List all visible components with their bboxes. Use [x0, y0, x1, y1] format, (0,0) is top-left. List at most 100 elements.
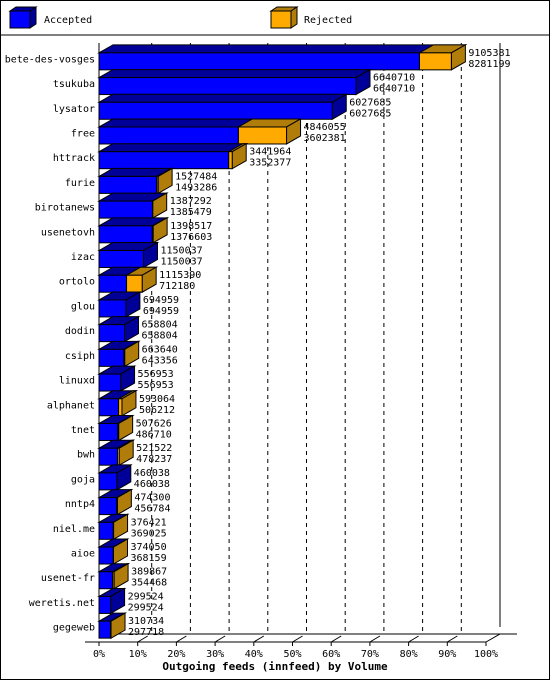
category-label: linuxd	[59, 376, 95, 387]
bar-total-label: 521522	[136, 443, 172, 454]
bar-accepted-label: 297718	[128, 627, 164, 638]
bar-accepted	[98, 595, 112, 614]
category-label: ortolo	[59, 277, 95, 288]
bar-total-label: 1398517	[170, 221, 212, 232]
bar-group: 11500371150037	[97, 241, 203, 269]
x-tick-label: 50%	[283, 649, 301, 660]
bar-accepted	[98, 52, 420, 71]
bar-rejected	[118, 398, 123, 417]
bar-accepted-label: 1150037	[161, 257, 203, 268]
bar-accepted-label: 3352377	[249, 158, 291, 169]
bar-accepted	[98, 324, 125, 343]
bar-top-face	[97, 69, 372, 79]
bar-accepted-label: 478237	[136, 454, 172, 465]
bar-accepted-label: 354468	[131, 578, 167, 589]
bar-rejected	[123, 348, 126, 367]
bar-rejected	[228, 151, 233, 170]
bar-group: 694959694959	[97, 291, 179, 318]
bar-group: 376421369025	[97, 513, 167, 541]
chart: Accepted Rejected 91053818281199 6640710 6…	[0, 6, 550, 673]
bar-group: 593064506212	[97, 389, 175, 417]
bar-group: 663640643356	[97, 340, 178, 368]
bar-accepted-label: 486710	[136, 429, 172, 440]
x-tick-label: 60%	[322, 649, 340, 660]
x-tick-label: 70%	[361, 649, 379, 660]
x-tick-label: 90%	[438, 649, 456, 660]
legend: Accepted Rejected	[8, 6, 352, 29]
floor-right-edge	[485, 633, 501, 643]
bars: 9105381828119966407106640710602768560276…	[97, 43, 511, 640]
floor-tick	[330, 635, 342, 643]
bar-group: 60276856027685	[97, 93, 391, 121]
category-label: lysator	[53, 104, 95, 115]
bar-accepted	[98, 151, 230, 170]
bar-accepted	[98, 447, 119, 466]
bar-group: 374050368159	[97, 538, 167, 565]
bar-rejected	[112, 571, 115, 590]
bar-group: 389867354468	[97, 562, 167, 590]
bar-accepted	[98, 373, 122, 392]
bar-total-label: 299524	[128, 591, 164, 602]
bar-rejected	[117, 447, 120, 466]
x-tick-label: 20%	[167, 649, 185, 660]
legend-swatch-accepted	[8, 6, 38, 29]
category-labels: bete-des-vosges tsukuba lysator free httrack…	[5, 54, 95, 633]
floor-tick	[176, 635, 187, 643]
category-label: usenet-fr	[41, 573, 95, 584]
bar-total-label: 694959	[143, 295, 179, 306]
bar-rejected	[418, 52, 452, 71]
category-label: weretis.net	[29, 598, 95, 609]
floor-tick	[447, 635, 458, 643]
x-tick-label: 80%	[400, 649, 418, 660]
bar-accepted-label: 456784	[134, 504, 170, 515]
bar-total-label: 460038	[134, 468, 170, 479]
bar-top-face	[97, 44, 468, 54]
bar-accepted-label: 1376603	[170, 232, 212, 243]
bar-rejected	[110, 620, 112, 639]
bar-rejected	[237, 126, 288, 145]
floor-tick	[369, 635, 381, 643]
legend-label-accepted: Accepted	[44, 15, 92, 26]
bar-accepted	[98, 200, 154, 219]
bar-accepted-label: 6027685	[349, 108, 391, 119]
bar-accepted	[98, 77, 357, 96]
bar-group: 521522478237	[97, 439, 172, 467]
category-label: httrack	[53, 153, 95, 164]
category-label: alphanet	[47, 400, 95, 411]
floor-tick	[292, 635, 303, 643]
x-tick-label: 40%	[245, 649, 263, 660]
category-label: tsukuba	[53, 79, 95, 90]
bar-accepted-label: 368159	[130, 553, 166, 564]
category-label: niel.me	[53, 524, 95, 535]
bar-total-label: 6640710	[373, 73, 415, 84]
bar-total-label: 1115390	[159, 270, 201, 281]
x-tick-label: 100%	[474, 649, 498, 660]
bar-accepted	[98, 175, 158, 194]
bar-total-label: 310734	[128, 616, 164, 627]
bar-group: 15274841493286	[97, 167, 217, 195]
bar-total-label: 3441964	[249, 147, 291, 158]
x-tick-labels: 0% 10% 20% 30% 40% 50% 60% 70% 80% 90% 100%	[93, 649, 498, 660]
category-label: glou	[71, 301, 95, 312]
category-label: izac	[71, 252, 95, 263]
bar-group: 310734297718	[97, 612, 164, 640]
bar-accepted	[98, 274, 128, 293]
bar-accepted-label: 712180	[159, 281, 195, 292]
bar-accepted-label: 1385479	[170, 207, 212, 218]
legend-swatch-rejected	[269, 6, 299, 29]
bar-total-label: 593064	[139, 394, 175, 405]
bar-group: 13985171376603	[97, 216, 212, 244]
bar-total-label: 376421	[131, 517, 167, 528]
bar-total-label: 9105381	[468, 48, 510, 59]
bar-top-face	[97, 143, 249, 153]
bar-accepted	[98, 101, 333, 120]
bar-group: 474300456784	[97, 488, 170, 516]
bar-group: 13872921385479	[97, 192, 212, 219]
bar-total-label: 389867	[131, 567, 167, 578]
category-label: nntp4	[65, 499, 95, 510]
bar-accepted-label: 460038	[134, 479, 170, 490]
bar-accepted	[98, 299, 127, 318]
bar-accepted-label: 556953	[138, 380, 174, 391]
bar-group: 91053818281199	[97, 43, 511, 71]
bar-accepted-label: 506212	[139, 405, 175, 416]
